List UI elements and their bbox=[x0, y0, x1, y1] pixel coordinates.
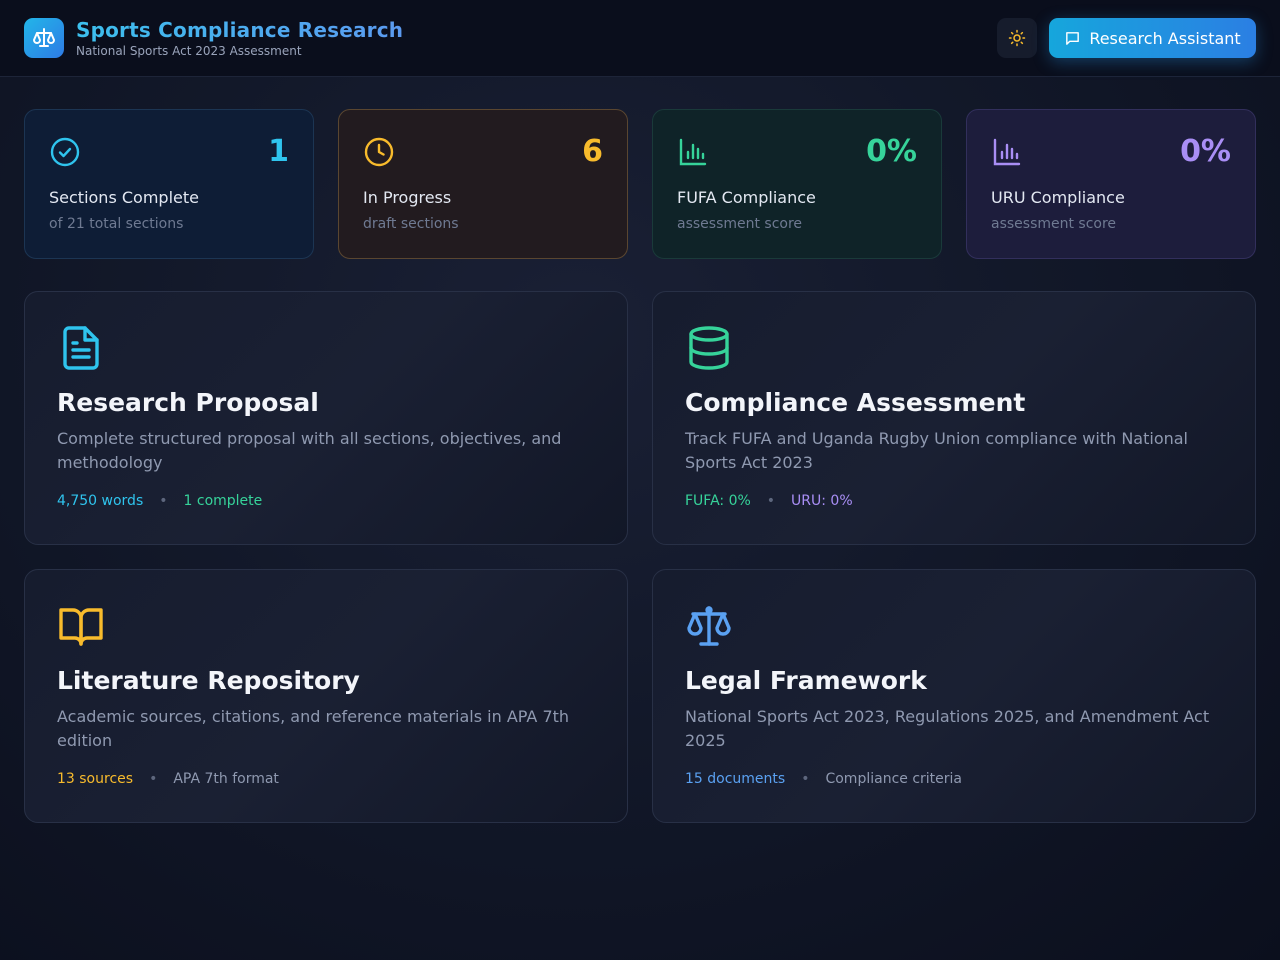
citation-format: APA 7th format bbox=[173, 771, 279, 787]
document-icon bbox=[63, 326, 99, 370]
database-icon bbox=[689, 326, 729, 370]
separator-dot: • bbox=[801, 771, 810, 787]
source-count: 13 sources bbox=[57, 771, 134, 787]
research-assistant-label: Research Assistant bbox=[1089, 28, 1241, 48]
stat-card-in-progress: 6 In Progress draft sections bbox=[338, 109, 628, 259]
theme-toggle-button[interactable] bbox=[997, 18, 1037, 58]
compliance-criteria-label: Compliance criteria bbox=[825, 771, 962, 787]
stat-label: FUFA Compliance bbox=[677, 188, 816, 207]
card-title: Literature Repository bbox=[57, 666, 360, 695]
app-header: Sports Compliance Research National Spor… bbox=[0, 0, 1280, 77]
card-research-proposal[interactable]: Research Proposal Complete structured pr… bbox=[24, 291, 628, 545]
stat-sublabel: assessment score bbox=[991, 216, 1117, 232]
card-description: Academic sources, citations, and referen… bbox=[57, 707, 570, 750]
card-meta: 13 sources • APA 7th format bbox=[57, 771, 279, 787]
bar-chart-icon bbox=[993, 138, 1021, 166]
card-literature-repository[interactable]: Literature Repository Academic sources, … bbox=[24, 569, 628, 823]
card-meta: 15 documents • Compliance criteria bbox=[685, 771, 962, 787]
check-circle-icon bbox=[50, 137, 80, 167]
bar-chart-icon bbox=[679, 138, 707, 166]
app-title: Sports Compliance Research bbox=[76, 18, 404, 42]
card-legal-framework[interactable]: Legal Framework National Sports Act 2023… bbox=[652, 569, 1256, 823]
scale-icon bbox=[687, 606, 731, 646]
chat-icon bbox=[1066, 31, 1080, 45]
card-description: National Sports Act 2023, Regulations 20… bbox=[685, 707, 1210, 750]
stat-sublabel: draft sections bbox=[363, 216, 459, 232]
card-compliance-assessment[interactable]: Compliance Assessment Track FUFA and Uga… bbox=[652, 291, 1256, 545]
clock-icon bbox=[364, 137, 394, 167]
stat-value: 6 bbox=[582, 134, 603, 169]
stat-label: Sections Complete bbox=[49, 188, 199, 207]
scale-icon bbox=[33, 28, 55, 47]
uru-score: URU: 0% bbox=[791, 493, 853, 509]
word-count: 4,750 words bbox=[57, 493, 144, 509]
research-assistant-button[interactable]: Research Assistant bbox=[1049, 18, 1256, 58]
separator-dot: • bbox=[149, 771, 158, 787]
document-count: 15 documents bbox=[685, 771, 786, 787]
fufa-score: FUFA: 0% bbox=[685, 493, 751, 509]
book-icon bbox=[59, 608, 103, 646]
stat-sublabel: assessment score bbox=[677, 216, 803, 232]
app-logo bbox=[24, 18, 64, 58]
stat-card-sections-complete: 1 Sections Complete of 21 total sections bbox=[24, 109, 314, 259]
card-description: Track FUFA and Uganda Rugby Union compli… bbox=[685, 429, 1188, 472]
card-description: Complete structured proposal with all se… bbox=[57, 429, 562, 472]
stat-value: 0% bbox=[866, 134, 917, 169]
separator-dot: • bbox=[766, 493, 776, 509]
stat-value: 0% bbox=[1180, 134, 1231, 169]
card-title: Compliance Assessment bbox=[685, 388, 1026, 417]
card-meta: 4,750 words • 1 complete bbox=[57, 493, 262, 509]
stat-card-fufa-compliance: 0% FUFA Compliance assessment score bbox=[652, 109, 942, 259]
stat-sublabel: of 21 total sections bbox=[49, 216, 184, 232]
app-subtitle: National Sports Act 2023 Assessment bbox=[76, 44, 302, 58]
stat-card-uru-compliance: 0% URU Compliance assessment score bbox=[966, 109, 1256, 259]
card-title: Legal Framework bbox=[685, 666, 927, 695]
complete-count: 1 complete bbox=[183, 493, 263, 509]
card-title: Research Proposal bbox=[57, 388, 319, 417]
stat-label: URU Compliance bbox=[991, 188, 1125, 207]
card-meta: FUFA: 0% • URU: 0% bbox=[685, 493, 853, 509]
stat-value: 1 bbox=[268, 134, 289, 169]
stat-label: In Progress bbox=[363, 188, 452, 207]
separator-dot: • bbox=[159, 493, 168, 509]
sun-icon bbox=[1008, 29, 1026, 47]
